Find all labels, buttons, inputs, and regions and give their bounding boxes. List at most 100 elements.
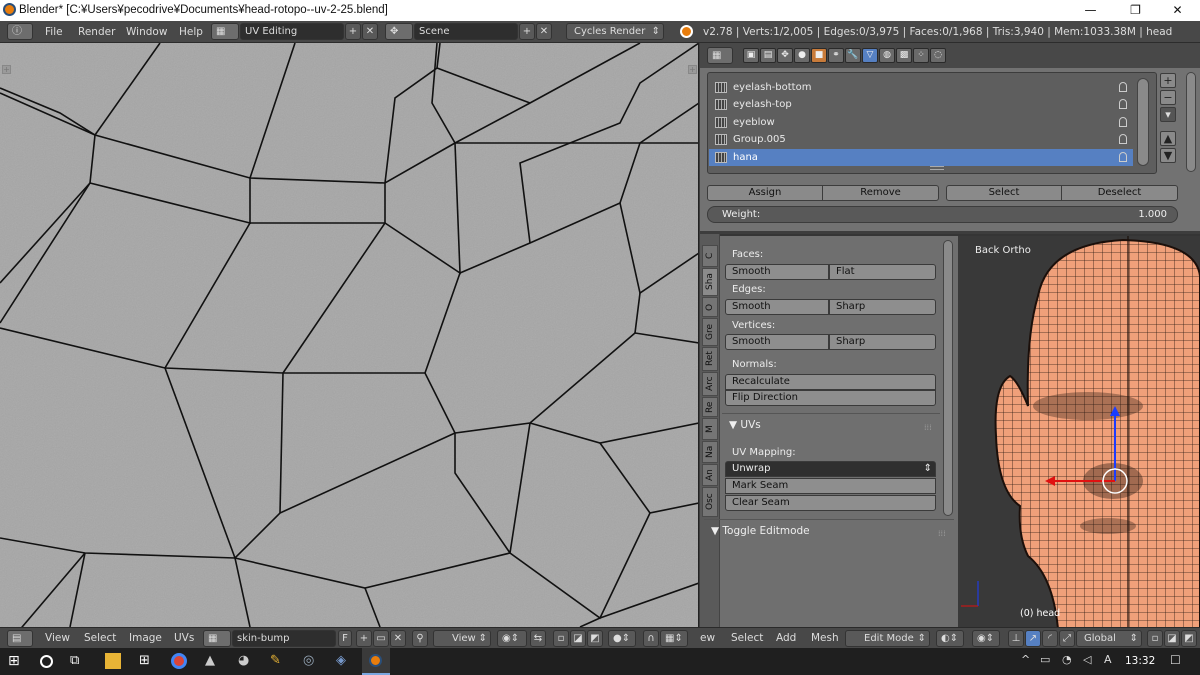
edges-sharp-button[interactable]: Sharp (829, 299, 936, 315)
vertex-group-item[interactable]: eyelash-top (709, 96, 1133, 113)
3d-viewport[interactable]: Back Ortho (0) head (958, 234, 1200, 627)
screen-layout-icon[interactable]: ▦ (211, 23, 239, 40)
uv-editor-canvas[interactable]: + + (0, 43, 699, 627)
vertex-group-item[interactable]: Group.005 (709, 131, 1133, 148)
uvs-panel-header[interactable]: ▼ UVs (729, 419, 761, 431)
faces-smooth-button[interactable]: Smooth (725, 264, 829, 280)
constraints-tab-icon[interactable]: ⚭ (828, 48, 844, 63)
render-tab-icon[interactable]: ▣ (743, 48, 759, 63)
flip-direction-button[interactable]: Flip Direction (725, 390, 936, 406)
ime-icon[interactable]: A (1104, 653, 1120, 669)
toggle-editmode-panel-header[interactable]: ▼ Toggle Editmode (711, 525, 810, 537)
object-tab-icon[interactable]: ■ (811, 48, 827, 63)
blender-taskbar-button[interactable] (362, 648, 390, 675)
list-resize-grip-icon[interactable] (930, 166, 944, 170)
mode-dropdown[interactable]: Edit Mode ⇕ (845, 630, 930, 647)
vertex-group-specials-button[interactable]: ▾ (1160, 107, 1176, 122)
pin-image-icon[interactable]: ⚲ (412, 630, 428, 647)
render-engine-dropdown[interactable]: Cycles Render ⇕ (566, 23, 664, 40)
panel-grip-icon[interactable]: ⁞⁞⁞ (924, 423, 932, 432)
vp-menu-mesh[interactable]: Mesh (811, 632, 839, 644)
view-mode-dropdown[interactable]: View ⇕ (433, 630, 491, 647)
viewport-shading-icon[interactable]: ◐⇕ (936, 630, 964, 647)
clear-seam-button[interactable]: Clear Seam (725, 495, 936, 511)
store-icon[interactable]: ⊞ (139, 653, 155, 669)
search-icon[interactable] (40, 655, 53, 668)
move-group-up-button[interactable]: ▲ (1160, 131, 1176, 146)
vp-menu-view[interactable]: ew (700, 632, 715, 644)
tray-expand-icon[interactable]: ^ (1021, 653, 1037, 669)
face-select-icon[interactable]: ◩ (587, 630, 603, 647)
tab-archipack[interactable]: Arc (702, 372, 718, 396)
lock-icon[interactable] (1119, 82, 1127, 92)
uv-menu-select[interactable]: Select (84, 632, 116, 644)
illustration-app-icon[interactable]: ✎ (270, 653, 286, 669)
vertex-group-item[interactable]: eyeblow (709, 114, 1133, 131)
new-image-icon[interactable]: + (356, 630, 372, 647)
recalculate-button[interactable]: Recalculate (725, 374, 936, 390)
world-tab-icon[interactable]: ● (794, 48, 810, 63)
menu-file[interactable]: File (45, 26, 63, 38)
unwrap-menu-button[interactable]: Unwrap ⇕ (725, 461, 936, 477)
vp-menu-add[interactable]: Add (776, 632, 796, 644)
unlink-image-icon[interactable]: ✕ (390, 630, 406, 647)
list-scrollbar[interactable] (1137, 78, 1149, 166)
open-image-icon[interactable]: ▭ (373, 630, 389, 647)
vertex-group-item[interactable]: eyelash-bottom (709, 79, 1133, 96)
scene-icon[interactable]: ✥ (385, 23, 413, 40)
translate-manipulator-icon[interactable]: ↗ (1025, 630, 1041, 647)
clock[interactable]: 13:32 (1125, 655, 1155, 667)
uv-menu-image[interactable]: Image (129, 632, 162, 644)
faces-flat-button[interactable]: Flat (829, 264, 936, 280)
deselect-button[interactable]: Deselect (1061, 185, 1178, 201)
edge-select-mode-icon[interactable]: ◪ (1164, 630, 1180, 647)
snap-icon[interactable]: ∩ (643, 630, 659, 647)
scene-tab-icon[interactable]: ✥ (777, 48, 793, 63)
minimize-button[interactable]: — (1068, 0, 1113, 21)
network-icon[interactable]: ◔ (1062, 653, 1078, 669)
snap-element-icon[interactable]: ▦⇕ (660, 630, 688, 647)
maximize-button[interactable]: ❐ (1113, 0, 1158, 21)
edge-select-icon[interactable]: ◪ (570, 630, 586, 647)
tab-retopo[interactable]: Ret (702, 347, 718, 371)
menu-help[interactable]: Help (179, 26, 203, 38)
tab-na[interactable]: Na (702, 441, 718, 463)
edges-smooth-button[interactable]: Smooth (725, 299, 829, 315)
chrome-icon[interactable] (171, 653, 187, 669)
menu-window[interactable]: Window (126, 26, 167, 38)
scale-manipulator-icon[interactable]: ⤢ (1059, 630, 1075, 647)
steam-icon[interactable]: ◎ (303, 653, 319, 669)
image-browse-icon[interactable]: ▦ (203, 630, 231, 647)
tab-osc[interactable]: Osc (702, 487, 718, 517)
face-select-mode-icon[interactable]: ◩ (1181, 630, 1197, 647)
file-explorer-icon[interactable] (105, 653, 121, 669)
modifiers-tab-icon[interactable]: 🔧 (845, 48, 861, 63)
mark-seam-button[interactable]: Mark Seam (725, 478, 936, 494)
lock-icon[interactable] (1119, 99, 1127, 109)
remove-button[interactable]: Remove (822, 185, 939, 201)
info-editor-type-icon[interactable]: ⓘ (7, 23, 33, 40)
windows-start-icon[interactable]: ⊞ (8, 653, 24, 669)
tab-relations[interactable]: Re (702, 397, 718, 417)
tab-animation[interactable]: An (702, 464, 718, 486)
menu-render[interactable]: Render (78, 26, 115, 38)
close-button[interactable]: ✕ (1155, 0, 1200, 21)
volume-icon[interactable]: ◁ (1083, 653, 1099, 669)
material-tab-icon[interactable]: ◍ (879, 48, 895, 63)
tab-grease-pencil[interactable]: Gre (702, 318, 718, 346)
select-button[interactable]: Select (946, 185, 1062, 201)
scene-remove-icon[interactable]: ✕ (536, 23, 552, 40)
lock-icon[interactable] (1119, 117, 1127, 127)
sync-selection-icon[interactable]: ⇆ (530, 630, 546, 647)
lock-icon[interactable] (1119, 134, 1127, 144)
uv-editor-type-icon[interactable]: ▤ (7, 630, 33, 647)
image-name-field[interactable]: skin-bump (232, 630, 336, 647)
render-layers-tab-icon[interactable]: ▤ (760, 48, 776, 63)
vertex-select-icon[interactable]: ▫ (553, 630, 569, 647)
battery-icon[interactable]: ▭ (1040, 653, 1056, 669)
tab-misc[interactable]: M (702, 418, 718, 440)
inkscape-icon[interactable]: ▲ (205, 653, 221, 669)
screen-remove-icon[interactable]: ✕ (362, 23, 378, 40)
screen-add-icon[interactable]: + (345, 23, 361, 40)
add-vertex-group-button[interactable]: + (1160, 73, 1176, 88)
